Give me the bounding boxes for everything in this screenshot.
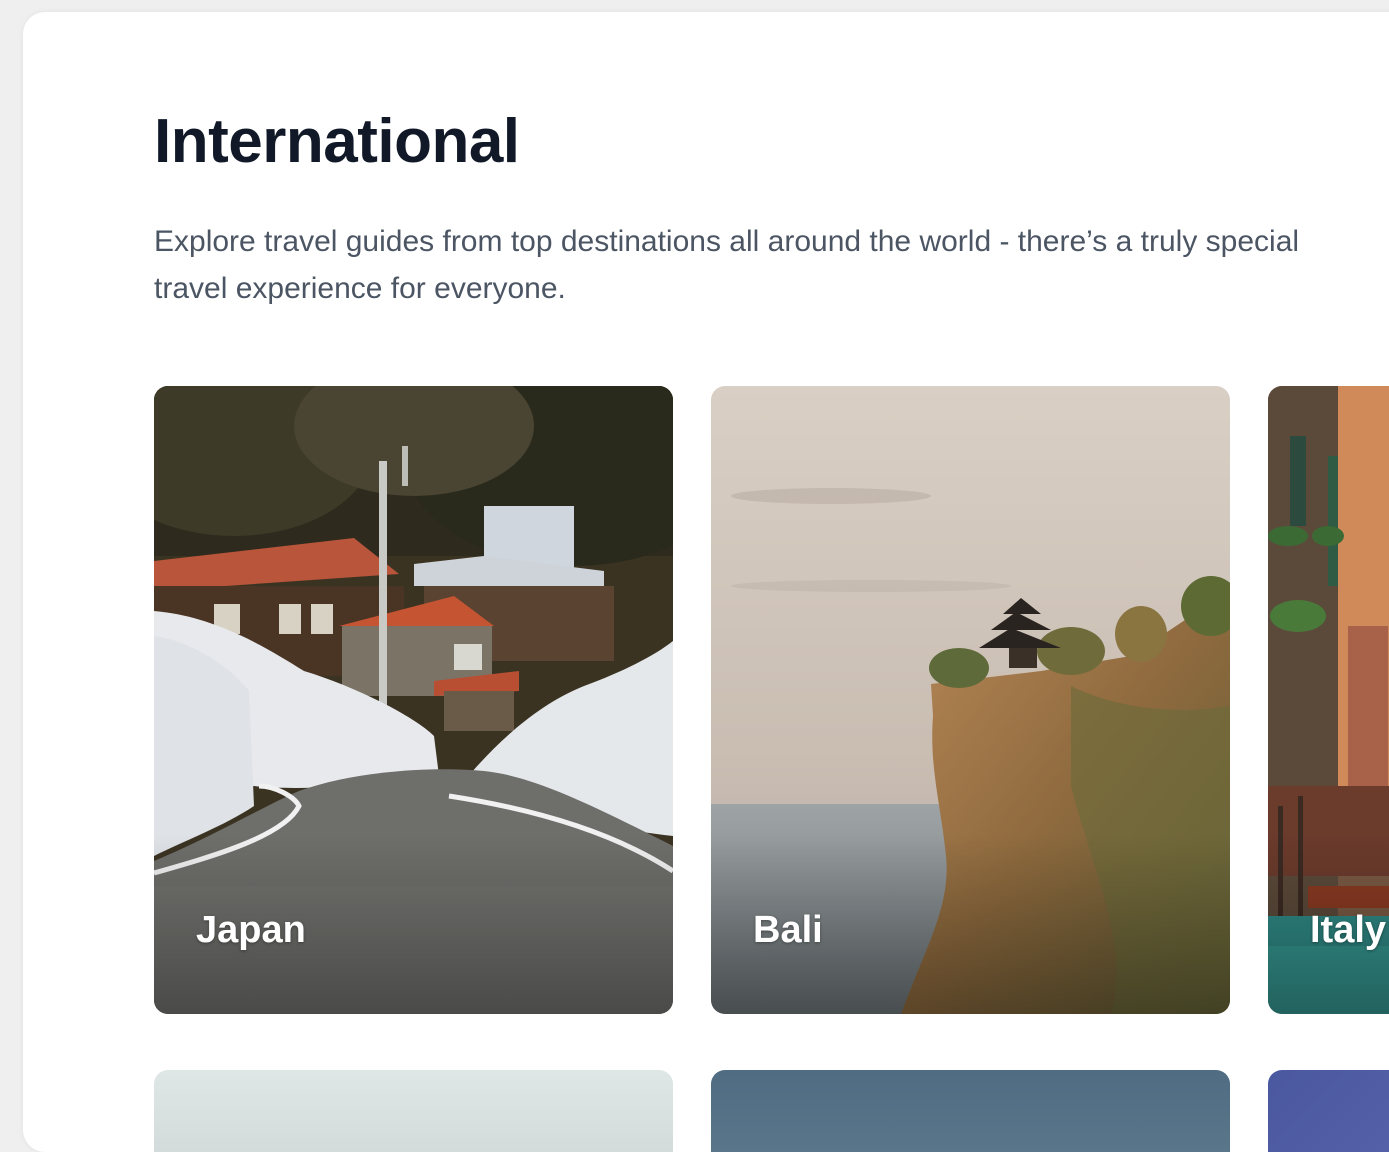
destination-label-italy: Italy xyxy=(1310,909,1387,951)
destination-card[interactable] xyxy=(1268,1070,1389,1152)
international-section: International Explore travel guides from… xyxy=(23,12,1389,1152)
destination-card[interactable] xyxy=(154,1070,673,1152)
destination-label-japan: Japan xyxy=(196,909,306,951)
section-description: Explore travel guides from top destinati… xyxy=(154,225,1300,305)
destination-label-bali: Bali xyxy=(753,909,823,951)
section-title: International xyxy=(154,107,520,176)
destination-card-japan[interactable]: Japan xyxy=(154,386,673,1014)
destination-card[interactable] xyxy=(711,1070,1230,1152)
destination-card-bali[interactable]: Bali xyxy=(711,386,1230,1014)
destination-card-italy[interactable]: Italy xyxy=(1268,386,1389,1014)
